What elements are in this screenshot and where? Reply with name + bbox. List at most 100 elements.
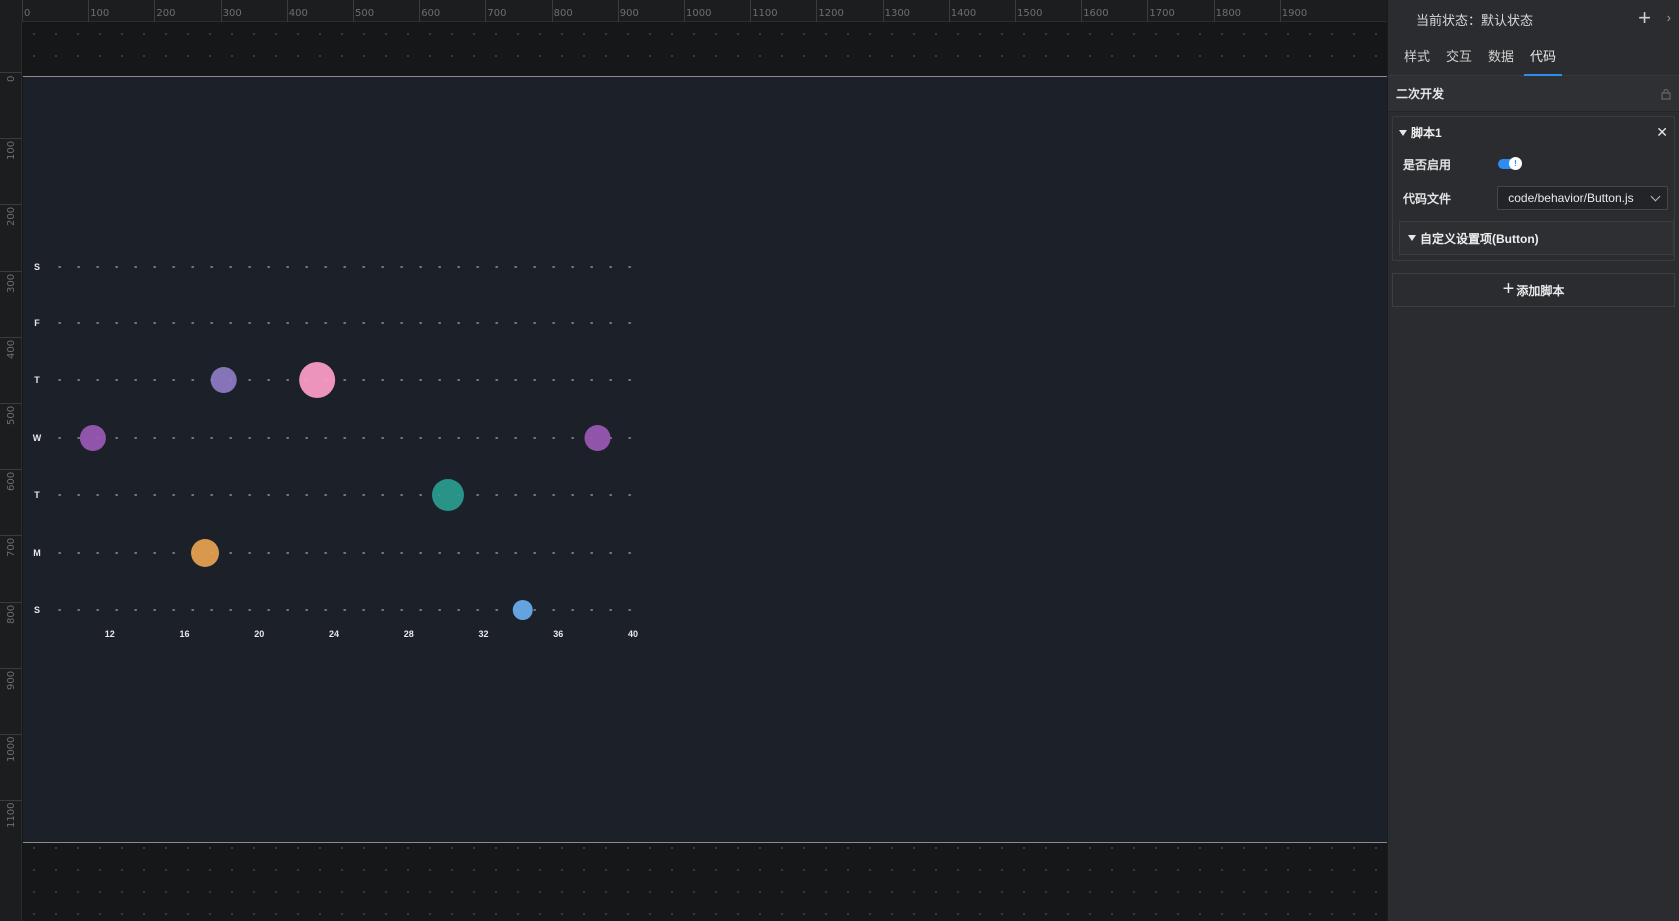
x-tick-label: 28 bbox=[404, 629, 414, 639]
toggle-knob: ! bbox=[1509, 157, 1522, 170]
ruler-top-label: 600 bbox=[421, 8, 441, 19]
ruler-left-label: 700 bbox=[6, 538, 17, 558]
ruler-top-tick bbox=[286, 0, 288, 22]
add-script-button[interactable]: + 添加脚本 bbox=[1392, 273, 1675, 307]
caret-down-icon bbox=[1399, 130, 1407, 137]
ruler-top-label: 1600 bbox=[1083, 8, 1109, 19]
ruler-left-tick bbox=[0, 204, 22, 206]
ruler-left-label: 400 bbox=[6, 339, 17, 359]
editor-area[interactable]: 0 100 200 300 400 500 600 700 800 900 1000 1100 1200… bbox=[0, 0, 1387, 921]
ruler-top-label: 300 bbox=[222, 8, 242, 19]
y-tick-label: M bbox=[33, 548, 41, 558]
add-state-icon[interactable]: + bbox=[1638, 7, 1651, 29]
ruler-top-label: 100 bbox=[90, 8, 110, 19]
ruler-top-label: 400 bbox=[288, 8, 308, 19]
x-tick-label: 12 bbox=[105, 629, 115, 639]
ruler-top-tick bbox=[220, 0, 222, 22]
custom-settings-label: 自定义设置项(Button) bbox=[1420, 231, 1539, 246]
ruler-top-tick bbox=[1081, 0, 1083, 22]
x-tick-label: 24 bbox=[329, 629, 339, 639]
tab-style[interactable]: 样式 bbox=[1396, 38, 1438, 75]
ruler-left-label: 0 bbox=[6, 75, 17, 82]
data-point[interactable] bbox=[512, 600, 533, 620]
chevron-down-icon bbox=[1650, 191, 1661, 201]
enable-row: 是否启用 ! bbox=[1393, 147, 1674, 181]
ruler-top-label: 1000 bbox=[686, 8, 712, 19]
y-tick-label: F bbox=[34, 318, 40, 328]
ruler-top-label: 1800 bbox=[1215, 8, 1242, 19]
ruler-top-tick bbox=[485, 0, 487, 22]
ruler-top-tick bbox=[750, 0, 752, 22]
tab-data[interactable]: 数据 bbox=[1480, 38, 1522, 75]
properties-panel: 当前状态：默认状态 + › 样式 交互 数据 代码 二次开发 脚本1 ✕ 是否启… bbox=[1387, 0, 1679, 921]
code-file-row: 代码文件 code/behavior/Button.js bbox=[1393, 181, 1674, 215]
x-tick-label: 40 bbox=[628, 629, 638, 639]
ruler-top-label: 1300 bbox=[884, 8, 911, 19]
close-icon[interactable]: ✕ bbox=[1656, 124, 1668, 141]
custom-settings-section[interactable]: 自定义设置项(Button) bbox=[1399, 221, 1674, 255]
data-point[interactable] bbox=[191, 539, 220, 567]
tab-interaction[interactable]: 交互 bbox=[1438, 38, 1480, 75]
current-state-label[interactable]: 当前状态：默认状态 bbox=[1416, 10, 1533, 29]
data-point[interactable] bbox=[79, 425, 106, 451]
lock-icon[interactable] bbox=[1661, 88, 1671, 100]
ruler-top-label: 800 bbox=[553, 8, 573, 19]
ruler-top-label: 1400 bbox=[950, 8, 977, 19]
enable-toggle[interactable]: ! bbox=[1498, 157, 1522, 170]
ruler-top-label: 0 bbox=[24, 8, 31, 19]
script-card: 脚本1 ✕ 是否启用 ! 代码文件 code/behavior/Button.j… bbox=[1392, 116, 1675, 261]
ruler-top-tick bbox=[816, 0, 818, 22]
ruler-left-label: 1000 bbox=[6, 736, 17, 762]
enable-label: 是否启用 bbox=[1403, 157, 1452, 172]
code-file-value: code/behavior/Button.js bbox=[1508, 191, 1634, 205]
ruler-top-tick bbox=[882, 0, 884, 22]
ruler-left-tick bbox=[0, 469, 22, 471]
ruler-top-tick bbox=[948, 0, 950, 22]
x-tick-label: 20 bbox=[254, 629, 264, 639]
ruler-left-label: 100 bbox=[6, 141, 17, 161]
ruler-top-label: 200 bbox=[156, 8, 176, 19]
code-file-select[interactable]: code/behavior/Button.js bbox=[1497, 186, 1668, 210]
data-point[interactable] bbox=[210, 367, 237, 393]
y-tick-label: S bbox=[34, 262, 40, 272]
plus-icon: + bbox=[1502, 278, 1515, 300]
ruler-left-label: 300 bbox=[6, 273, 17, 293]
y-tick-label: W bbox=[33, 433, 42, 443]
ruler-top-tick bbox=[154, 0, 156, 22]
ruler-left-tick bbox=[0, 138, 22, 140]
ruler-top-label: 700 bbox=[487, 8, 507, 19]
ruler-top-tick bbox=[88, 0, 90, 22]
ruler-left-label: 600 bbox=[6, 472, 17, 492]
ruler-top-label: 1200 bbox=[818, 8, 844, 19]
add-script-label: 添加脚本 bbox=[1516, 283, 1565, 298]
data-point[interactable] bbox=[299, 362, 336, 398]
ruler-top-tick bbox=[1015, 0, 1016, 22]
ruler-top-label: 500 bbox=[355, 8, 375, 19]
ruler-left-tick bbox=[0, 667, 22, 669]
section-title: 二次开发 bbox=[1396, 87, 1445, 101]
ruler-top-tick bbox=[1147, 0, 1149, 22]
ruler-top-tick bbox=[419, 0, 421, 22]
y-tick-label: T bbox=[34, 490, 40, 500]
ruler-top-tick bbox=[684, 0, 685, 22]
state-bar: 当前状态：默认状态 + › bbox=[1388, 0, 1679, 38]
ruler-left-label: 200 bbox=[6, 207, 17, 227]
canvas-screen[interactable]: S F T W T M S 12 16 20 24 28 32 36 40 bbox=[23, 76, 1387, 843]
scatter-chart[interactable]: S F T W T M S 12 16 20 24 28 32 36 40 bbox=[23, 77, 1387, 844]
script-header[interactable]: 脚本1 ✕ bbox=[1393, 117, 1674, 147]
ruler-corner bbox=[0, 0, 22, 22]
ruler-left: 0 100 200 300 400 500 600 700 800 900 1000 1100 bbox=[0, 22, 22, 921]
ruler-top-label: 1500 bbox=[1017, 8, 1043, 19]
x-tick-label: 36 bbox=[553, 629, 563, 639]
script-title: 脚本1 bbox=[1411, 125, 1442, 140]
ruler-left-label: 500 bbox=[6, 405, 17, 425]
ruler-top-tick bbox=[22, 0, 23, 22]
ruler-top-tick bbox=[551, 0, 553, 22]
data-point[interactable] bbox=[431, 479, 464, 511]
tab-code[interactable]: 代码 bbox=[1522, 38, 1564, 76]
ruler-top-tick bbox=[1279, 0, 1281, 22]
data-point[interactable] bbox=[584, 425, 611, 451]
panel-tabs: 样式 交互 数据 代码 bbox=[1388, 38, 1679, 76]
chevron-right-icon[interactable]: › bbox=[1667, 10, 1671, 25]
x-tick-label: 32 bbox=[478, 629, 488, 639]
